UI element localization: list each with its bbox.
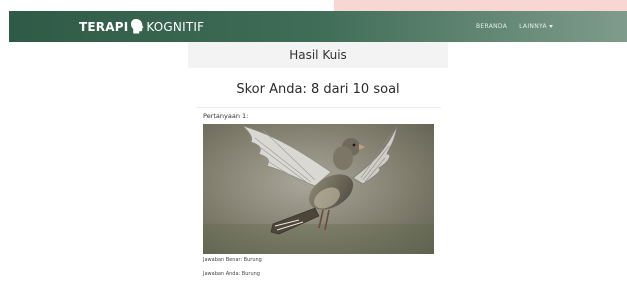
head-silhouette-icon [130, 18, 144, 35]
nav-dropdown-label: LAINNYA [519, 23, 547, 30]
panel-header: Hasil Kuis [188, 42, 448, 68]
caret-down-icon [548, 25, 553, 28]
nav-link-beranda[interactable]: BERANDA [476, 23, 507, 30]
brand-text-bold: TERAPI [79, 19, 129, 34]
top-accent-strip [334, 0, 627, 11]
nav-links: BERANDA LAINNYA [476, 11, 553, 42]
score-heading: Skor Anda: 8 dari 10 soal [236, 82, 400, 97]
brand-text-light: KOGNITIF [146, 19, 205, 34]
divider [196, 107, 441, 108]
nav-dropdown-lainnya[interactable]: LAINNYA [519, 23, 553, 30]
brand-logo[interactable]: TERAPI KOGNITIF [79, 11, 204, 42]
question-label: Pertanyaan 1: [203, 112, 249, 120]
navbar: TERAPI KOGNITIF BERANDA LAINNYA [9, 11, 627, 42]
panel-title: Hasil Kuis [289, 48, 347, 62]
question-image-bird [203, 124, 434, 254]
your-answer-text: Jawaban Anda: Burung [203, 271, 260, 277]
correct-answer-text: Jawaban Benar: Burung [203, 257, 262, 263]
